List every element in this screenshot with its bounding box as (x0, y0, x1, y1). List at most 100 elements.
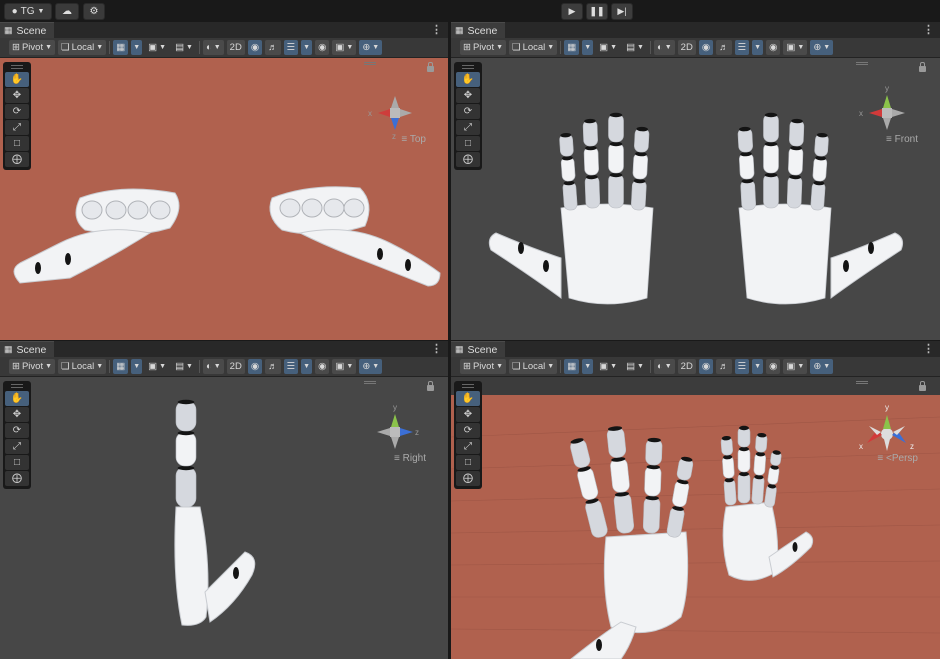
lighting-toggle[interactable]: ◉ (247, 40, 263, 55)
account-dropdown[interactable]: ● TG ▼ (4, 3, 52, 20)
view-label[interactable]: ≡ Front (886, 134, 918, 145)
grid-snap-dropdown[interactable]: ▼ (582, 359, 594, 374)
grid-snap-button[interactable]: ▦ (113, 40, 129, 55)
2d-toggle[interactable]: 2D (226, 40, 245, 55)
lock-icon[interactable] (427, 62, 434, 72)
grid-visibility-button[interactable]: ▤ ▼ (172, 40, 196, 55)
hidden-objects-toggle[interactable]: ◉ (766, 359, 781, 374)
snap-increment-button[interactable]: ▣ ▼ (145, 40, 169, 55)
collab-settings-button[interactable]: ⚙ (83, 3, 105, 20)
effects-dropdown[interactable]: ▼ (752, 40, 764, 55)
local-dropdown[interactable]: ❏ Local ▼ (58, 40, 107, 55)
orientation-gizmo[interactable]: y x z (856, 399, 920, 481)
scene-viewport[interactable]: ✋ ✥ ⟳ ⤢ □ ⨁ yz ≡ Right (0, 377, 448, 659)
2d-toggle[interactable]: 2D (677, 359, 696, 374)
overlay-grip[interactable] (462, 384, 474, 388)
snap-increment-button[interactable]: ▣ ▼ (596, 40, 620, 55)
hand-tool-icon[interactable]: ✋ (5, 72, 29, 87)
scale-tool-icon[interactable]: ⤢ (456, 120, 480, 135)
2d-toggle[interactable]: 2D (677, 40, 696, 55)
lock-icon[interactable] (919, 381, 926, 391)
audio-toggle[interactable]: ♬ (716, 40, 732, 55)
local-dropdown[interactable]: ❏ Local ▼ (509, 359, 558, 374)
view-label[interactable]: ≡ <Persp (877, 453, 918, 464)
effects-toggle[interactable]: ☰ (283, 40, 299, 55)
scale-tool-icon[interactable]: ⤢ (5, 439, 29, 454)
hand-tool-icon[interactable]: ✋ (5, 391, 29, 406)
camera-settings-button[interactable]: ▣ ▼ (783, 40, 808, 55)
lighting-toggle[interactable]: ◉ (247, 359, 263, 374)
rotate-tool-icon[interactable]: ⟳ (456, 104, 480, 119)
scene-tab[interactable]: ▦ Scene (0, 22, 55, 38)
effects-dropdown[interactable]: ▼ (301, 359, 313, 374)
camera-settings-button[interactable]: ▣ ▼ (332, 40, 357, 55)
hidden-objects-toggle[interactable]: ◉ (315, 40, 330, 55)
transform-tool-icon[interactable]: ⨁ (456, 152, 480, 167)
effects-toggle[interactable]: ☰ (734, 359, 750, 374)
rotate-tool-icon[interactable]: ⟳ (5, 423, 29, 438)
camera-settings-button[interactable]: ▣ ▼ (783, 359, 808, 374)
rect-tool-icon[interactable]: □ (456, 136, 480, 151)
scene-viewport[interactable]: ✋ ✥ ⟳ ⤢ □ ⨁ yx ≡ Front (451, 58, 940, 340)
view-label[interactable]: ≡ Top (401, 134, 426, 145)
lighting-toggle[interactable]: ◉ (698, 40, 714, 55)
effects-dropdown[interactable]: ▼ (752, 359, 764, 374)
gizmos-button[interactable]: ⊕ ▼ (810, 40, 834, 55)
transform-tool-icon[interactable]: ⨁ (5, 471, 29, 486)
more-options-icon[interactable]: ⋮ (923, 342, 934, 355)
shading-mode-button[interactable]: ◐ ▼ (202, 359, 224, 374)
play-button[interactable]: ▶ (561, 3, 583, 20)
effects-toggle[interactable]: ☰ (734, 40, 750, 55)
grid-visibility-button[interactable]: ▤ ▼ (172, 359, 196, 374)
scene-tab[interactable]: ▦ Scene (0, 341, 55, 357)
overlay-grip[interactable] (11, 65, 23, 69)
drag-handle[interactable] (856, 381, 868, 384)
shading-mode-button[interactable]: ◐ ▼ (653, 359, 675, 374)
grid-snap-button[interactable]: ▦ (564, 40, 580, 55)
scale-tool-icon[interactable]: ⤢ (456, 439, 480, 454)
lock-icon[interactable] (919, 62, 926, 72)
shading-mode-button[interactable]: ◐ ▼ (653, 40, 675, 55)
cloud-button[interactable]: ☁ (55, 3, 79, 20)
grid-visibility-button[interactable]: ▤ ▼ (623, 40, 647, 55)
view-label[interactable]: ≡ Right (394, 453, 426, 464)
hidden-objects-toggle[interactable]: ◉ (766, 40, 781, 55)
audio-toggle[interactable]: ♬ (265, 40, 281, 55)
step-button[interactable]: ▶| (611, 3, 633, 20)
transform-tool-icon[interactable]: ⨁ (5, 152, 29, 167)
rect-tool-icon[interactable]: □ (5, 455, 29, 470)
audio-toggle[interactable]: ♬ (265, 359, 281, 374)
scene-tab[interactable]: ▦ Scene (451, 22, 506, 38)
orientation-gizmo[interactable]: xz (364, 80, 428, 162)
transform-tool-icon[interactable]: ⨁ (456, 471, 480, 486)
more-options-icon[interactable]: ⋮ (431, 342, 442, 355)
lock-icon[interactable] (427, 381, 434, 391)
gizmos-button[interactable]: ⊕ ▼ (359, 359, 383, 374)
overlay-grip[interactable] (462, 65, 474, 69)
drag-handle[interactable] (364, 62, 376, 65)
local-dropdown[interactable]: ❏ Local ▼ (509, 40, 558, 55)
more-options-icon[interactable]: ⋮ (923, 23, 934, 36)
drag-handle[interactable] (364, 381, 376, 384)
more-options-icon[interactable]: ⋮ (431, 23, 442, 36)
rotate-tool-icon[interactable]: ⟳ (456, 423, 480, 438)
grid-snap-dropdown[interactable]: ▼ (131, 359, 143, 374)
move-tool-icon[interactable]: ✥ (456, 407, 480, 422)
gizmos-button[interactable]: ⊕ ▼ (359, 40, 383, 55)
audio-toggle[interactable]: ♬ (716, 359, 732, 374)
grid-snap-button[interactable]: ▦ (564, 359, 580, 374)
rect-tool-icon[interactable]: □ (5, 136, 29, 151)
hand-tool-icon[interactable]: ✋ (456, 72, 480, 87)
pivot-dropdown[interactable]: ⊞ Pivot ▼ (460, 359, 507, 374)
scene-viewport[interactable]: ✋ ✥ ⟳ ⤢ □ ⨁ xz ≡ Top (0, 58, 448, 340)
pivot-dropdown[interactable]: ⊞ Pivot ▼ (460, 40, 507, 55)
pause-button[interactable]: ❚❚ (586, 3, 608, 20)
grid-snap-dropdown[interactable]: ▼ (131, 40, 143, 55)
shading-mode-button[interactable]: ◐ ▼ (202, 40, 224, 55)
overlay-grip[interactable] (11, 384, 23, 388)
lighting-toggle[interactable]: ◉ (698, 359, 714, 374)
gizmos-button[interactable]: ⊕ ▼ (810, 359, 834, 374)
hand-tool-icon[interactable]: ✋ (456, 391, 480, 406)
pivot-dropdown[interactable]: ⊞ Pivot ▼ (9, 359, 56, 374)
scale-tool-icon[interactable]: ⤢ (5, 120, 29, 135)
